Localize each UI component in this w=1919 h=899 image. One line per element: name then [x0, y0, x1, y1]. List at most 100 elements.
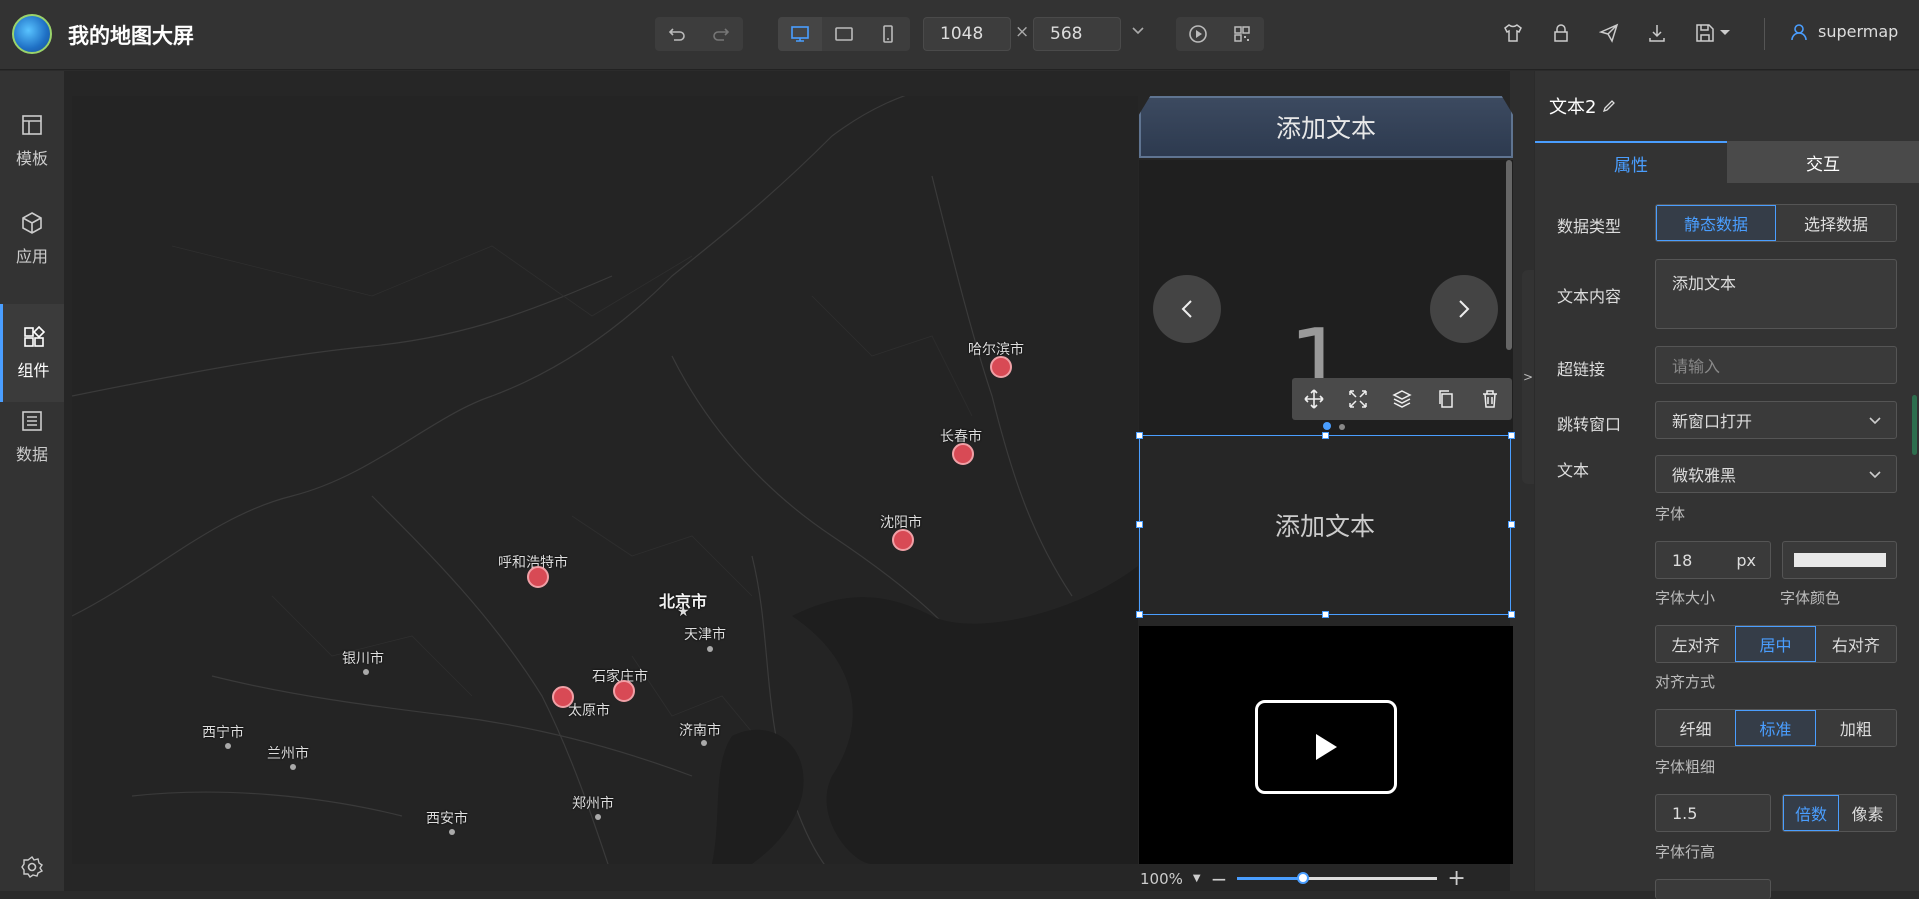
edit-pencil-icon[interactable]: [1602, 99, 1616, 113]
settings-button[interactable]: [0, 847, 64, 887]
line-height-input[interactable]: 1.5: [1655, 794, 1771, 832]
mobile-icon[interactable]: [866, 17, 910, 51]
zoom-level[interactable]: 100%: [1140, 870, 1183, 888]
qrcode-icon[interactable]: [1220, 17, 1264, 51]
sidebar-item-components[interactable]: 组件: [0, 304, 64, 402]
redo-icon[interactable]: [699, 17, 743, 51]
jump-window-select[interactable]: 新窗口打开: [1655, 401, 1897, 439]
chevron-down-icon: [1869, 417, 1881, 425]
city-dot: [701, 740, 707, 746]
canvas-height-input[interactable]: 568: [1033, 17, 1121, 51]
selected-text-component[interactable]: 添加文本: [1139, 435, 1511, 615]
trash-icon[interactable]: [1480, 389, 1500, 409]
undo-icon[interactable]: [655, 17, 699, 51]
resize-handle[interactable]: [1322, 611, 1329, 618]
align-left-option[interactable]: 左对齐: [1656, 626, 1736, 662]
map-marker-harbin[interactable]: [990, 356, 1012, 378]
font-size-value: 18: [1672, 550, 1693, 570]
font-color-picker[interactable]: [1782, 541, 1897, 579]
map-marker-changchun[interactable]: [952, 443, 974, 465]
resize-handle[interactable]: [1136, 521, 1143, 528]
sidebar-item-app[interactable]: 应用: [0, 199, 64, 279]
font-size-input[interactable]: 18 px: [1655, 541, 1771, 579]
weight-toggle: 纤细 标准 加粗: [1655, 709, 1897, 747]
download-icon[interactable]: [1644, 20, 1670, 46]
components-icon: [23, 325, 45, 347]
next-field-partial[interactable]: [1655, 879, 1771, 899]
tab-properties[interactable]: 属性: [1535, 141, 1727, 183]
canvas-width-input[interactable]: 1048: [923, 17, 1011, 51]
carousel-dot[interactable]: [1339, 424, 1345, 430]
panel-collapse-handle[interactable]: >: [1522, 270, 1534, 484]
resize-handle[interactable]: [1136, 611, 1143, 618]
sidebar-item-template[interactable]: 模板: [0, 101, 64, 181]
carousel-prev-button[interactable]: [1153, 275, 1221, 343]
theme-shirt-icon[interactable]: [1500, 20, 1526, 46]
panel-scrollbar[interactable]: [1912, 395, 1917, 455]
layers-icon[interactable]: [1392, 389, 1412, 409]
sidebar-item-label: 组件: [17, 361, 50, 380]
component-toolbar: [1292, 378, 1512, 420]
zoom-slider[interactable]: [1237, 872, 1438, 884]
weight-light-option[interactable]: 纤细: [1656, 710, 1736, 746]
text-content-textarea[interactable]: 添加文本: [1655, 259, 1897, 329]
chevron-down-icon[interactable]: [1131, 22, 1145, 41]
resize-handle[interactable]: [1508, 611, 1515, 618]
map-boundaries: [72, 96, 1138, 864]
resize-handle[interactable]: [1508, 521, 1515, 528]
map-marker-taiyuan[interactable]: [552, 686, 574, 708]
caret-down-icon[interactable]: ▼: [1193, 873, 1201, 884]
cube-icon: [22, 212, 42, 234]
user-menu[interactable]: supermap: [1790, 22, 1898, 41]
data-list-icon: [22, 411, 42, 431]
map-component[interactable]: 哈尔滨市 长春市 沈阳市 呼和浩特市 北京市 ★ 天津市 银川市 石家庄市 太原…: [72, 96, 1138, 864]
tab-interaction[interactable]: 交互: [1727, 141, 1919, 183]
carousel-dot-active[interactable]: [1323, 422, 1331, 430]
jump-window-label: 跳转窗口: [1557, 415, 1622, 434]
weight-bold-option[interactable]: 加粗: [1815, 710, 1896, 746]
map-marker-hohhot[interactable]: [527, 566, 549, 588]
line-height-caption: 字体行高: [1655, 843, 1716, 861]
font-family-select[interactable]: 微软雅黑: [1655, 455, 1897, 493]
lock-icon[interactable]: [1548, 20, 1574, 46]
city-dot: [595, 814, 601, 820]
video-play-button[interactable]: [1255, 700, 1397, 794]
line-height-multiple-option[interactable]: 倍数: [1783, 795, 1840, 831]
font-color-caption: 字体颜色: [1780, 589, 1841, 607]
save-menu-icon[interactable]: [1692, 20, 1738, 46]
copy-icon[interactable]: [1436, 389, 1456, 409]
move-icon[interactable]: [1304, 389, 1324, 409]
city-dot: [290, 764, 296, 770]
zoom-out-icon[interactable]: −: [1211, 867, 1228, 891]
fullscreen-icon[interactable]: [1348, 389, 1368, 409]
zoom-slider-knob[interactable]: [1297, 872, 1310, 884]
chevron-down-icon: [1869, 471, 1881, 479]
zoom-slider-fill: [1237, 877, 1304, 880]
title-text-component[interactable]: 添加文本: [1139, 96, 1513, 158]
publish-send-icon[interactable]: [1596, 20, 1622, 46]
video-component[interactable]: [1139, 626, 1513, 864]
align-center-option[interactable]: 居中: [1735, 626, 1816, 662]
line-height-pixel-option[interactable]: 像素: [1839, 795, 1896, 831]
zoom-in-icon[interactable]: +: [1447, 866, 1465, 891]
city-dot: [363, 669, 369, 675]
weight-normal-option[interactable]: 标准: [1735, 710, 1816, 746]
chevron-left-icon: [1181, 300, 1192, 318]
resize-handle[interactable]: [1136, 432, 1143, 439]
hyperlink-input[interactable]: 请输入: [1655, 346, 1897, 384]
desktop-icon[interactable]: [778, 17, 822, 51]
carousel-scrollbar[interactable]: [1506, 160, 1512, 350]
select-data-option[interactable]: 选择数据: [1776, 205, 1896, 241]
carousel-next-button[interactable]: [1430, 275, 1498, 343]
map-marker-shijiazhuang[interactable]: [613, 680, 635, 702]
play-preview-icon[interactable]: [1176, 17, 1220, 51]
resize-handle[interactable]: [1322, 432, 1329, 439]
align-right-option[interactable]: 右对齐: [1815, 626, 1896, 662]
city-label-taiyuan: 太原市: [568, 703, 610, 719]
static-data-option[interactable]: 静态数据: [1656, 205, 1777, 241]
sidebar-item-data[interactable]: 数据: [0, 397, 64, 477]
resize-handle[interactable]: [1508, 432, 1515, 439]
map-marker-shenyang[interactable]: [892, 529, 914, 551]
zoom-control: 100% ▼ − +: [1140, 866, 1520, 891]
tablet-icon[interactable]: [822, 17, 866, 51]
